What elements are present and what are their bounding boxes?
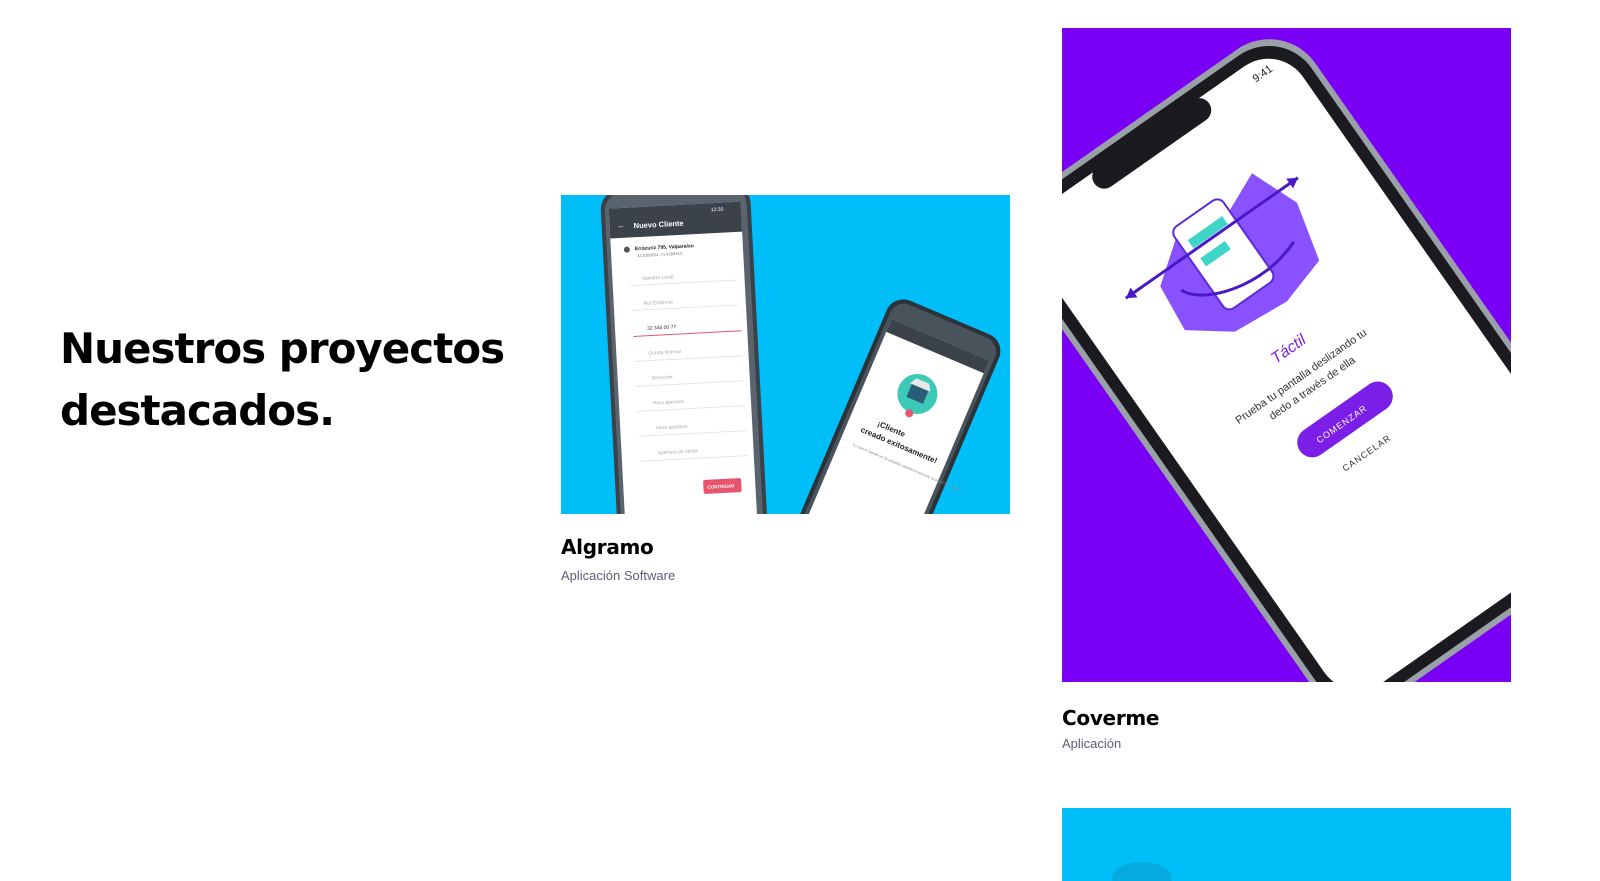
- project-card-next[interactable]: [1062, 808, 1511, 881]
- project-title-algramo[interactable]: Algramo: [561, 535, 654, 559]
- project-subtitle-algramo: Aplicación Software: [561, 568, 676, 583]
- next-project-preview: [1062, 808, 1511, 881]
- project-title-coverme[interactable]: Coverme: [1062, 706, 1159, 730]
- project-subtitle-coverme: Aplicación: [1062, 736, 1122, 751]
- project-image-algramo[interactable]: ← Nuevo Cliente 12:30 Errázuriz 795, Val…: [561, 195, 1010, 514]
- coverme-mockup: 9:41 × Táctil Prueba tu pantalla desliza…: [1062, 28, 1511, 682]
- project-card-coverme[interactable]: 9:41 × Táctil Prueba tu pantalla desliza…: [1062, 28, 1511, 758]
- project-card-algramo[interactable]: ← Nuevo Cliente 12:30 Errázuriz 795, Val…: [561, 195, 1010, 595]
- project-image-coverme[interactable]: 9:41 × Táctil Prueba tu pantalla desliza…: [1062, 28, 1511, 682]
- algramo-phone-main: ← Nuevo Cliente 12:30 Errázuriz 795, Val…: [600, 195, 768, 514]
- algramo-mockup: ← Nuevo Cliente 12:30 Errázuriz 795, Val…: [561, 195, 1010, 514]
- project-image-next[interactable]: [1062, 808, 1511, 881]
- svg-text:12:30: 12:30: [711, 207, 724, 214]
- svg-text:←: ←: [617, 223, 624, 230]
- svg-text:Dirección: Dirección: [652, 374, 673, 381]
- page-title: Nuestros proyectos destacados.: [60, 324, 505, 435]
